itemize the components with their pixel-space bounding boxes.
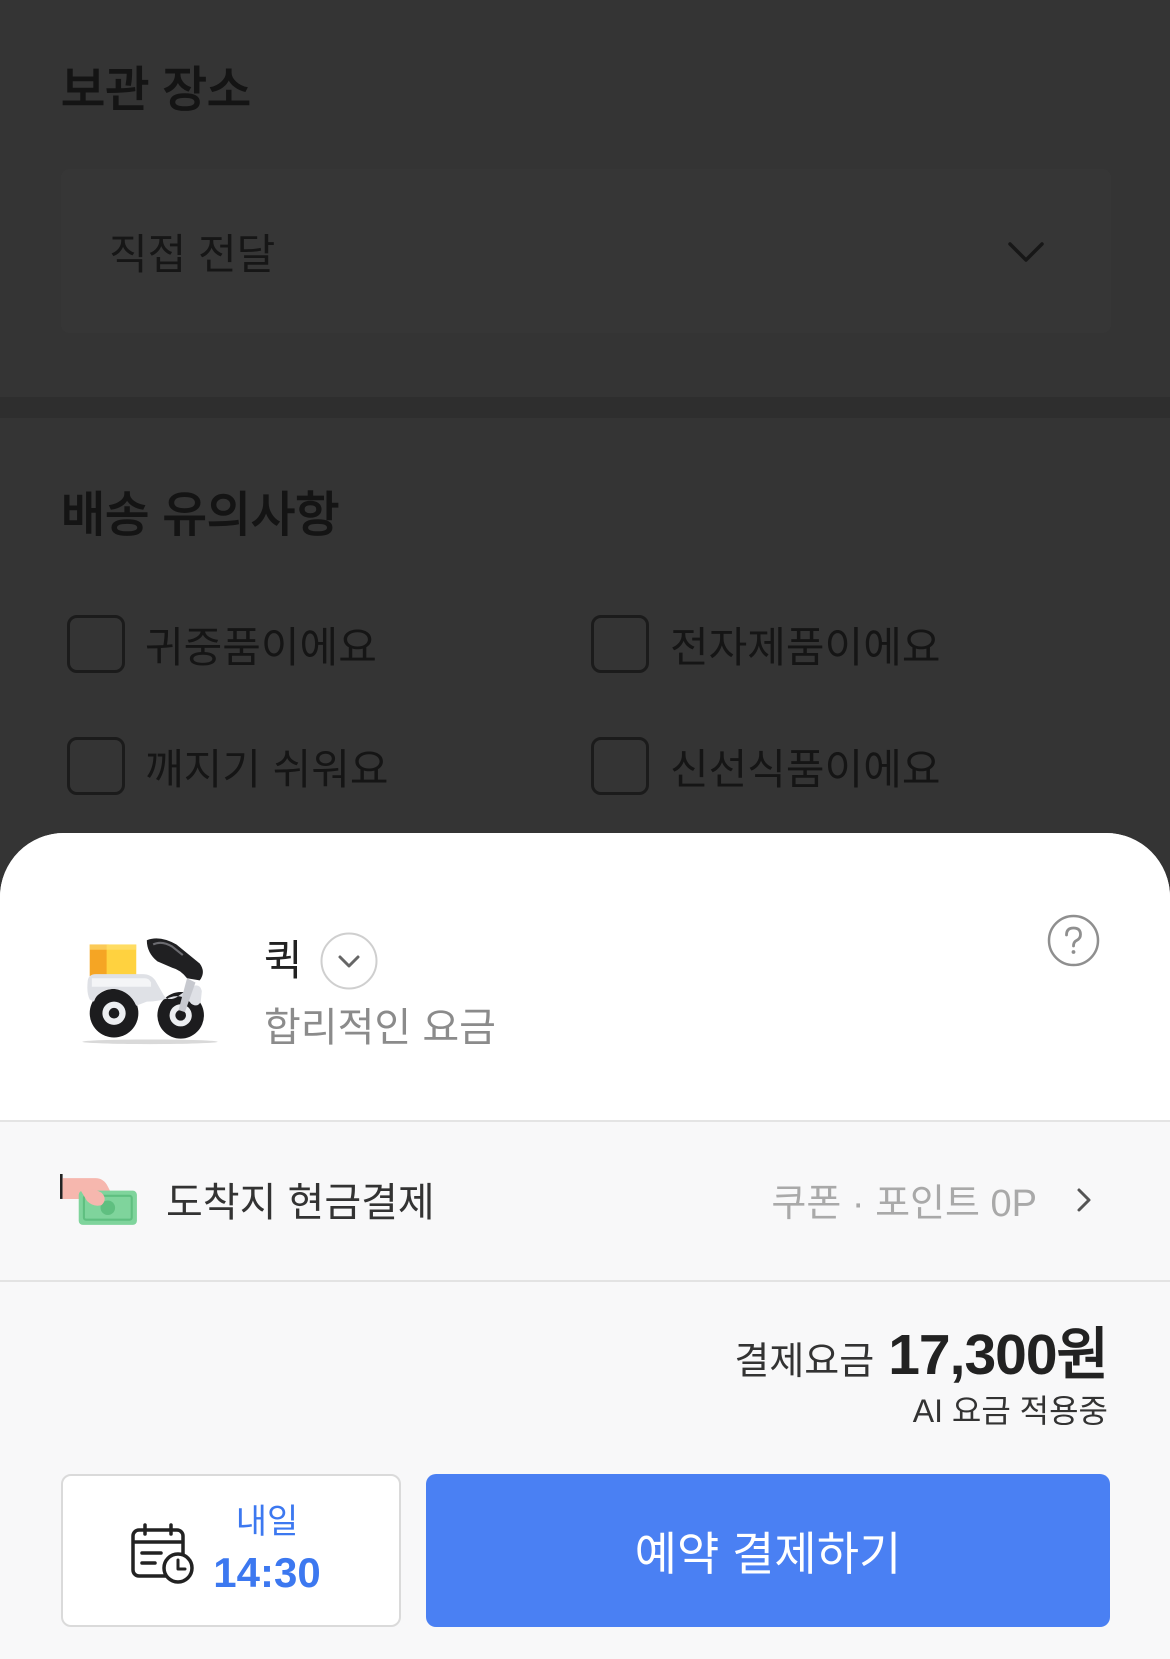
checkbox-valuables[interactable]: [67, 615, 125, 673]
reserve-pay-button[interactable]: 예약 결제하기: [426, 1474, 1110, 1627]
checkout-bottom-sheet: 퀵 합리적인 요금 도착지 현금결제 쿠폰 · 포인트 0P 결제요금 17,3…: [0, 833, 1170, 1659]
schedule-time: 14:30: [213, 1549, 321, 1596]
storage-dropdown[interactable]: 직접 전달: [61, 169, 1111, 333]
fare-note: AI 요금 적용중: [912, 1393, 1108, 1429]
service-description: 합리적인 요금: [264, 1006, 496, 1050]
storage-section-title: 보관 장소: [61, 64, 251, 117]
checkbox-fragile[interactable]: [67, 737, 125, 795]
schedule-day: 내일: [235, 1503, 299, 1541]
payment-method-label[interactable]: 도착지 현금결제: [166, 1174, 435, 1225]
checkbox-fresh-food[interactable]: [591, 737, 649, 795]
schedule-text: 내일 14:30: [192, 1476, 342, 1625]
circle-chevron-down-icon[interactable]: [320, 932, 378, 990]
fare-amount: 17,300원: [888, 1323, 1109, 1387]
scooter-icon: [82, 938, 218, 1045]
cash-hand-icon[interactable]: [60, 1174, 139, 1227]
chevron-down-icon: [1008, 242, 1044, 262]
divider: [0, 1280, 1170, 1282]
checkbox-label-fresh-food: 신선식품이에요: [670, 745, 941, 793]
section-separator: [0, 397, 1170, 418]
delivery-notes-title: 배송 유의사항: [61, 489, 340, 542]
storage-dropdown-value: 직접 전달: [109, 230, 276, 278]
schedule-button[interactable]: 내일 14:30: [61, 1474, 401, 1627]
checkbox-label-electronics: 전자제품이에요: [670, 623, 941, 671]
checkbox-electronics[interactable]: [591, 615, 649, 673]
calendar-clock-icon: [131, 1523, 194, 1584]
question-circle-icon[interactable]: [1047, 914, 1100, 967]
fare-label: 결제요금: [734, 1341, 875, 1383]
chevron-right-icon[interactable]: [1076, 1187, 1092, 1213]
checkbox-label-fragile: 깨지기 쉬워요: [145, 745, 389, 793]
service-name: 퀵: [264, 936, 303, 984]
fare-summary: 결제요금 17,300원: [734, 1309, 1109, 1389]
coupon-points-link[interactable]: 쿠폰 · 포인트 0P: [640, 1174, 1037, 1225]
checkbox-label-valuables: 귀중품이에요: [145, 623, 377, 671]
